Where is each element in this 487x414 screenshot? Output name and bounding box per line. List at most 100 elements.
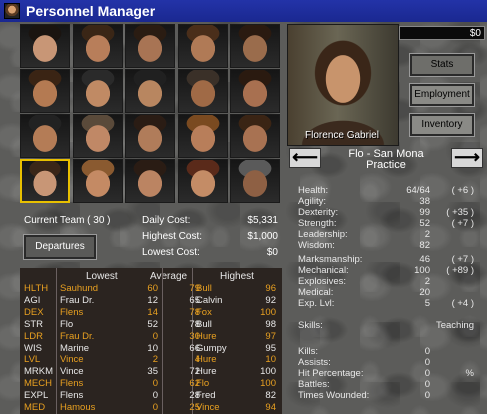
table-row: EXPL Flens 0 28 Fred 82 xyxy=(20,390,282,402)
highest-header: Highest xyxy=(220,271,254,282)
stat-bonus: % xyxy=(465,368,474,379)
lowest-value: 60 xyxy=(147,283,158,294)
table-row: MRKM Vince 35 72 Hure 100 xyxy=(20,366,282,378)
merc-portrait[interactable] xyxy=(125,24,175,68)
stat-abbrev: LVL xyxy=(24,354,41,366)
stat-label: Battles: xyxy=(298,379,330,390)
stat-value: 0 xyxy=(424,357,430,368)
stat-row: Marksmanship: 46 ( +7 ) xyxy=(298,254,478,265)
inventory-button[interactable]: Inventory xyxy=(409,113,475,137)
stat-row: Health: 64/64 ( +6 ) xyxy=(298,185,478,196)
next-merc-arrow-icon[interactable]: ⟶ xyxy=(451,148,483,168)
highest-merc: Hure xyxy=(196,366,217,378)
merc-navigator: ⟵ Flo - San Mona Practice ⟶ xyxy=(287,148,485,171)
highest-merc: Gumpy xyxy=(196,342,227,354)
merc-portrait[interactable] xyxy=(72,159,123,203)
stat-bonus: ( +4 ) xyxy=(451,298,474,309)
stat-abbrev: STR xyxy=(24,318,43,330)
stat-value: 82 xyxy=(419,240,430,251)
merc-portrait[interactable] xyxy=(72,114,123,158)
merc-portrait[interactable] xyxy=(230,159,280,203)
merc-portrait[interactable] xyxy=(177,69,228,113)
merc-portrait[interactable] xyxy=(20,114,70,158)
merc-portrait[interactable] xyxy=(72,69,123,113)
selected-merc-portrait-name: Florence Gabriel xyxy=(305,130,379,141)
stat-bonus: ( +7 ) xyxy=(451,254,474,265)
stat-value: 5 xyxy=(424,298,430,309)
stat-label: Exp. Lvl: xyxy=(298,298,335,309)
stat-label: Explosives: xyxy=(298,276,347,287)
stat-label: Strength: xyxy=(298,218,337,229)
highest-merc: Vince xyxy=(196,402,220,413)
employment-button[interactable]: Employment xyxy=(409,83,475,107)
lowest-value: 2 xyxy=(152,354,158,366)
stat-bonus: ( +89 ) xyxy=(446,265,474,276)
stat-value: 52 xyxy=(419,218,430,229)
stat-label: Kills: xyxy=(298,346,319,357)
lowest-merc: Hamous xyxy=(60,402,96,413)
lowest-cost-label: Lowest Cost: xyxy=(142,247,200,258)
highest-value: 100 xyxy=(260,378,276,390)
daily-cost-value: $5,331 xyxy=(247,215,278,226)
stat-abbrev: EXPL xyxy=(24,390,49,402)
highest-merc: Flo xyxy=(196,378,210,390)
stat-row: Medical: 20 xyxy=(298,287,478,298)
merc-portrait[interactable] xyxy=(230,24,280,68)
title-bar: Personnel Manager xyxy=(0,0,487,22)
merc-portrait[interactable] xyxy=(20,24,70,68)
stat-row: Wisdom: 82 xyxy=(298,240,478,251)
stat-bonus: Teaching xyxy=(435,320,474,331)
merc-portrait[interactable] xyxy=(230,69,280,113)
highest-value: 97 xyxy=(265,330,276,342)
merc-portrait[interactable] xyxy=(125,159,175,203)
merc-portrait[interactable] xyxy=(72,24,123,68)
merc-portrait[interactable] xyxy=(177,114,228,158)
merc-portrait[interactable] xyxy=(177,24,228,68)
table-row: WIS Marine 10 66 Gumpy 95 xyxy=(20,343,282,355)
table-row: MED Hamous 0 25 Vince 94 xyxy=(20,402,282,414)
merc-portrait[interactable] xyxy=(230,114,280,158)
stats-button[interactable]: Stats xyxy=(409,53,475,77)
merc-portrait[interactable] xyxy=(125,114,175,158)
stat-label: Skills: xyxy=(298,320,323,331)
stat-bonus: ( +7 ) xyxy=(451,218,474,229)
highest-value: 92 xyxy=(265,294,276,306)
merc-portrait[interactable] xyxy=(125,69,175,113)
stat-value: 99 xyxy=(419,207,430,218)
stat-label: Mechanical: xyxy=(298,265,349,276)
lowest-value: 0 xyxy=(152,330,158,342)
stat-abbrev: AGI xyxy=(24,294,41,306)
merc-portrait[interactable] xyxy=(20,159,70,203)
previous-merc-arrow-icon[interactable]: ⟵ xyxy=(289,148,321,168)
stat-value: 38 xyxy=(419,196,430,207)
lowest-merc: Flens xyxy=(60,306,84,318)
stat-row: Hit Percentage: 0% xyxy=(298,368,478,379)
lowest-cost-value: $0 xyxy=(266,247,278,258)
personnel-app-icon xyxy=(4,3,20,19)
merc-portrait[interactable] xyxy=(20,69,70,113)
highest-value: 94 xyxy=(265,402,276,413)
highest-value: 100 xyxy=(260,306,276,318)
stat-row: Battles: 0 xyxy=(298,379,478,390)
departures-button[interactable]: Departures xyxy=(23,234,97,260)
merc-portrait[interactable] xyxy=(177,159,228,203)
highest-merc: Fox xyxy=(196,306,212,318)
stat-abbrev: WIS xyxy=(24,342,42,354)
stat-label: Assists: xyxy=(298,357,331,368)
table-row: AGI Frau Dr. 12 65 Calvin 92 xyxy=(20,295,282,307)
stat-abbrev: DEX xyxy=(24,306,44,318)
stat-abbrev: MECH xyxy=(24,378,52,390)
lowest-value: 0 xyxy=(152,390,158,402)
lowest-value: 52 xyxy=(147,318,158,330)
lowest-merc: Frau Dr. xyxy=(60,330,95,342)
lowest-merc: Vince xyxy=(60,354,84,366)
table-row: MECH Flens 0 62 Flo 100 xyxy=(20,378,282,390)
highest-merc: Calvin xyxy=(196,294,223,306)
table-row: DEX Flens 14 78 Fox 100 xyxy=(20,307,282,319)
highest-value: 10 xyxy=(265,354,276,366)
stat-value: 46 xyxy=(419,254,430,265)
lowest-merc: Frau Dr. xyxy=(60,294,95,306)
stat-label: Times Wounded: xyxy=(298,390,370,401)
stat-row: Strength: 52 ( +7 ) xyxy=(298,218,478,229)
highest-value: 98 xyxy=(265,318,276,330)
